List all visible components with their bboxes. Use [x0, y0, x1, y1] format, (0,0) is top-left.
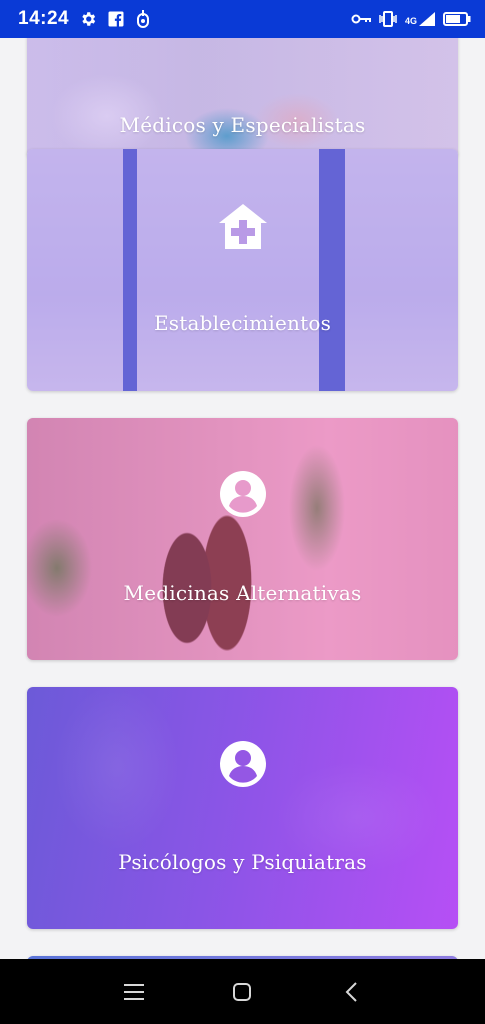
signal-icon: 4G	[405, 12, 435, 26]
card-establecimientos[interactable]: Establecimientos	[27, 149, 458, 391]
battery-icon	[443, 12, 471, 26]
hospital-icon	[216, 201, 270, 255]
account-circle-icon	[219, 740, 267, 792]
card-psicologos-psiquiatras[interactable]: Psicólogos y Psiquiatras	[27, 687, 458, 929]
network-type: 4G	[404, 16, 417, 26]
vpn-key-icon	[351, 13, 371, 25]
card-medicinas-alternativas[interactable]: Medicinas Alternativas	[27, 418, 458, 660]
gear-icon	[79, 10, 97, 28]
system-nav-bar	[0, 959, 485, 1024]
card-label: Médicos y Especialistas	[119, 113, 366, 137]
card-label: Psicólogos y Psiquiatras	[118, 850, 367, 874]
back-icon[interactable]	[331, 972, 371, 1012]
status-bar: 14:24 4G	[0, 0, 485, 38]
card-medicos-especialistas[interactable]: Médicos y Especialistas	[27, 38, 458, 158]
category-list[interactable]: Médicos y Especialistas Establecimientos…	[0, 38, 485, 959]
home-icon[interactable]	[222, 972, 262, 1012]
vibrate-icon	[379, 11, 397, 27]
status-time: 14:24	[18, 8, 70, 29]
card-label: Medicinas Alternativas	[123, 581, 362, 605]
menu-icon[interactable]	[114, 972, 154, 1012]
account-circle-icon	[219, 470, 267, 522]
facebook-icon	[107, 10, 125, 28]
notification-icon	[135, 9, 151, 29]
card-label: Establecimientos	[153, 311, 332, 335]
